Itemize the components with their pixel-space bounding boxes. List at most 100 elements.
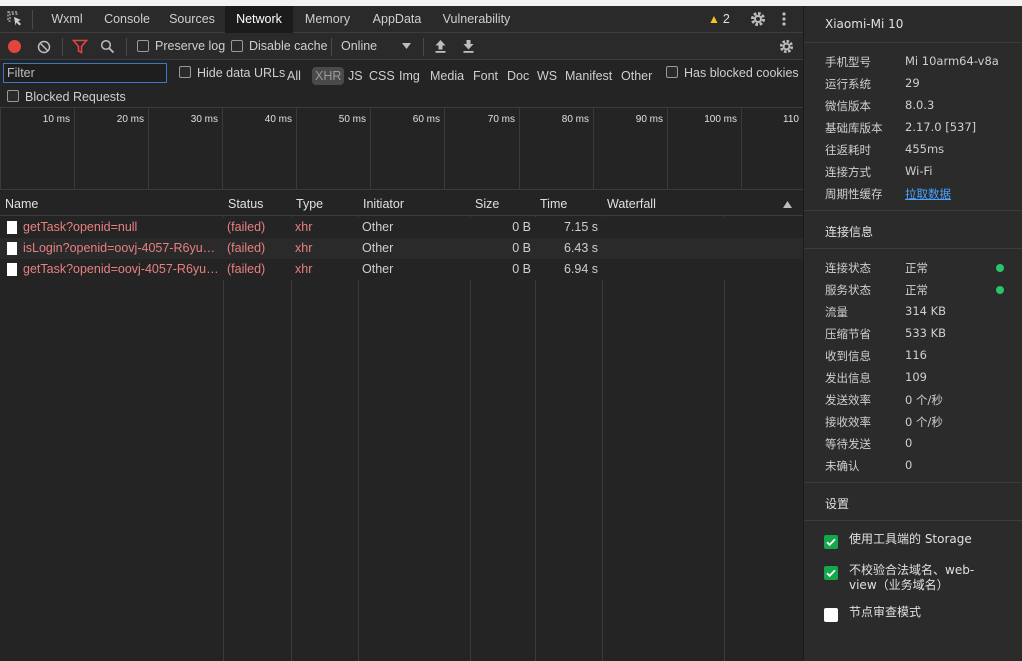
sort-ascending-icon[interactable]: [783, 201, 792, 208]
request-name: getTask?openid=oovj-4057-R6yum...: [23, 262, 223, 276]
timeline-tick: 60 ms: [370, 108, 444, 190]
conn-value: 正常: [905, 283, 928, 297]
settings-heading: 设置: [825, 497, 850, 511]
inspect-element-icon[interactable]: [6, 10, 24, 28]
settings-gear-icon[interactable]: [749, 10, 767, 28]
conn-key: 接收效率: [825, 415, 871, 429]
type-filter-other[interactable]: Other: [621, 69, 652, 83]
type-filter-css[interactable]: CSS: [369, 69, 395, 83]
timeline-tick: 10 ms: [0, 108, 74, 190]
status-ok-dot: [996, 286, 1004, 294]
conn-key: 连接状态: [825, 261, 871, 275]
request-initiator: Other: [362, 241, 394, 255]
type-filter-doc[interactable]: Doc: [507, 69, 529, 83]
column-header-time[interactable]: Time: [535, 192, 602, 216]
request-name: isLogin?openid=oovj-4057-R6yumi...: [23, 241, 223, 255]
checkmark-icon: [826, 569, 836, 578]
column-header-status[interactable]: Status: [223, 192, 291, 216]
blocked-requests-checkbox[interactable]: [7, 90, 19, 102]
column-header-type[interactable]: Type: [291, 192, 358, 216]
tab-wxml[interactable]: Wxml: [41, 6, 93, 33]
request-status: (failed): [227, 220, 266, 234]
hide-data-urls-checkbox[interactable]: [179, 66, 191, 78]
dropdown-arrow-icon[interactable]: [402, 43, 411, 50]
hide-data-urls-label: Hide data URLs: [197, 66, 286, 80]
timeline-overview[interactable]: 10 ms 20 ms 30 ms 40 ms 50 ms 60 ms 70 m…: [0, 108, 803, 190]
conn-value: 533 KB: [905, 326, 947, 340]
has-blocked-cookies-checkbox[interactable]: [666, 66, 678, 78]
type-filter-js[interactable]: JS: [348, 69, 363, 83]
warnings-indicator[interactable]: ▲ 2: [708, 6, 730, 33]
table-row[interactable]: getTask?openid=oovj-4057-R6yum... (faile…: [0, 259, 803, 280]
more-options-icon[interactable]: [780, 10, 788, 28]
tab-vulnerability[interactable]: Vulnerability: [434, 6, 519, 33]
connection-info-heading: 连接信息: [825, 225, 874, 239]
timeline-tick: 40 ms: [222, 108, 296, 190]
conn-value: 0 个/秒: [905, 393, 943, 407]
type-filter-ws[interactable]: WS: [537, 69, 557, 83]
search-icon[interactable]: [100, 39, 115, 54]
blocked-requests-label: Blocked Requests: [25, 90, 126, 104]
info-value: 455ms: [905, 142, 945, 156]
clear-icon[interactable]: [37, 40, 51, 54]
filter-icon[interactable]: [72, 39, 88, 54]
tab-sources[interactable]: Sources: [161, 6, 223, 33]
record-button[interactable]: [8, 40, 21, 53]
document-file-icon: [7, 263, 17, 276]
export-har-icon[interactable]: [462, 39, 475, 54]
section-divider: [804, 520, 1022, 521]
tab-console[interactable]: Console: [95, 6, 159, 33]
request-status: (failed): [227, 241, 266, 255]
disable-cache-checkbox[interactable]: [231, 40, 243, 52]
node-inspect-mode-checkbox[interactable]: [824, 608, 838, 622]
tab-network[interactable]: Network: [225, 6, 293, 33]
conn-key: 收到信息: [825, 349, 871, 363]
network-settings-gear-icon[interactable]: [778, 38, 795, 55]
type-filter-xhr[interactable]: XHR: [312, 67, 345, 85]
request-type: xhr: [295, 220, 313, 234]
info-value: 29: [905, 76, 920, 90]
skip-domain-check-label: 不校验合法域名、web-view（业务域名）: [849, 563, 975, 592]
info-key: 运行系统: [825, 77, 871, 91]
request-type: xhr: [295, 262, 313, 276]
conn-value: 109: [905, 370, 927, 384]
fetch-data-link[interactable]: 拉取数据: [905, 186, 951, 202]
filter-input[interactable]: [3, 63, 167, 83]
toolbar-separator: [126, 38, 127, 56]
type-filter-manifest[interactable]: Manifest: [565, 69, 612, 83]
document-file-icon: [7, 221, 17, 234]
table-row[interactable]: getTask?openid=null (failed) xhr Other 0…: [0, 217, 803, 238]
throttling-select[interactable]: Online: [341, 39, 377, 53]
info-key: 连接方式: [825, 165, 871, 179]
type-filter-img[interactable]: Img: [399, 69, 420, 83]
tab-appdata[interactable]: AppData: [362, 6, 432, 33]
request-size: 0 B: [512, 241, 531, 255]
table-row[interactable]: isLogin?openid=oovj-4057-R6yumi... (fail…: [0, 238, 803, 259]
warning-count: 2: [722, 12, 730, 26]
request-status: (failed): [227, 262, 266, 276]
use-tool-storage-checkbox[interactable]: [824, 535, 838, 549]
column-header-name[interactable]: Name: [0, 192, 223, 216]
info-value: Mi 10arm64-v8a: [905, 54, 999, 68]
timeline-tick: 70 ms: [444, 108, 519, 190]
timeline-tick: 20 ms: [74, 108, 148, 190]
use-tool-storage-label: 使用工具端的 Storage: [849, 532, 972, 546]
preserve-log-checkbox[interactable]: [137, 40, 149, 52]
tab-bar-separator: [32, 10, 33, 29]
info-key: 手机型号: [825, 55, 871, 69]
info-key: 基础库版本: [825, 121, 883, 135]
conn-key: 服务状态: [825, 283, 871, 297]
import-har-icon[interactable]: [434, 39, 447, 54]
skip-domain-check-checkbox[interactable]: [824, 566, 838, 580]
column-header-initiator[interactable]: Initiator: [358, 192, 470, 216]
column-header-size[interactable]: Size: [470, 192, 535, 216]
type-filter-media[interactable]: Media: [430, 69, 464, 83]
column-header-waterfall[interactable]: Waterfall: [602, 192, 772, 216]
info-value: 8.0.3: [905, 98, 935, 112]
info-value: Wi-Fi: [905, 164, 933, 178]
conn-value: 正常: [905, 261, 928, 275]
type-filter-font[interactable]: Font: [473, 69, 498, 83]
type-filter-all[interactable]: All: [287, 69, 301, 83]
tab-memory[interactable]: Memory: [295, 6, 360, 33]
conn-key: 压缩节省: [825, 327, 871, 341]
